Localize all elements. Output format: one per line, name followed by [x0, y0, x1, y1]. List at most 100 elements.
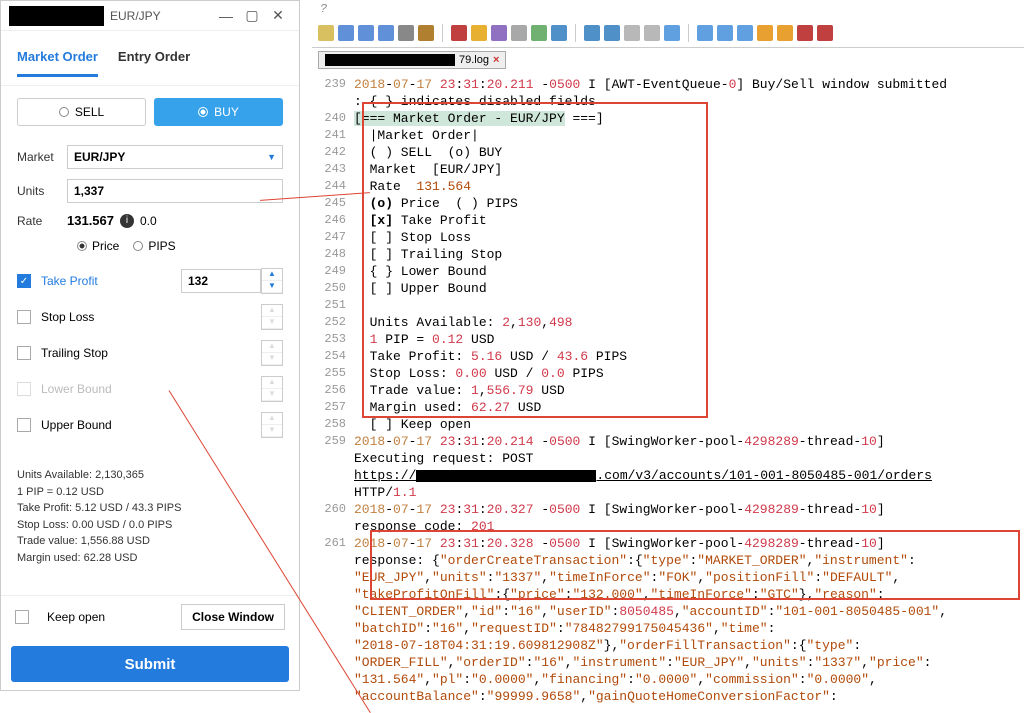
stop-loss-label: Stop Loss: [41, 310, 261, 324]
titlebar: EUR/JPY — ▢ ✕: [1, 1, 299, 31]
radio-price-icon: [77, 241, 87, 251]
lower-bound-label: Lower Bound: [41, 382, 261, 396]
toolbar-icon[interactable]: [604, 25, 620, 41]
toolbar-icon[interactable]: [664, 25, 680, 41]
toolbar-icon[interactable]: [817, 25, 833, 41]
submit-button[interactable]: Submit: [11, 646, 289, 682]
toolbar-icon[interactable]: [737, 25, 753, 41]
checkbox-take-profit[interactable]: ✓: [17, 274, 31, 288]
spinner-down-icon[interactable]: ▼: [262, 425, 282, 437]
upper-bound-spinner[interactable]: ▲ ▼: [261, 412, 283, 438]
file-tab[interactable]: 79.log ×: [318, 51, 506, 69]
spinner-down-icon[interactable]: ▼: [262, 353, 282, 365]
spinner-up-icon: ▲: [262, 377, 282, 389]
toolbar-icon[interactable]: [418, 25, 434, 41]
toolbar-icon[interactable]: [511, 25, 527, 41]
caret-icon: ▼: [267, 152, 276, 162]
checkbox-stop-loss[interactable]: [17, 310, 31, 324]
spinner-down-icon[interactable]: ▼: [262, 317, 282, 329]
editor-hint: ?: [312, 0, 1024, 18]
toolbar-icon[interactable]: [717, 25, 733, 41]
editor-toolbar: [312, 18, 1024, 48]
market-value: EUR/JPY: [74, 150, 125, 164]
tab-entry-order[interactable]: Entry Order: [118, 49, 190, 77]
spinner-up-icon[interactable]: ▲: [262, 413, 282, 425]
sell-label: SELL: [75, 105, 104, 119]
rate-delta: 0.0: [140, 214, 157, 228]
price-label: Price: [92, 239, 119, 253]
units-input[interactable]: [67, 179, 283, 203]
toolbar-icon[interactable]: [358, 25, 374, 41]
rate-value: 131.567: [67, 213, 114, 228]
toolbar-icon[interactable]: [471, 25, 487, 41]
rate-label: Rate: [17, 214, 67, 228]
sell-button[interactable]: SELL: [17, 98, 146, 126]
radio-pips-icon: [133, 241, 143, 251]
checkbox-upper-bound[interactable]: [17, 418, 31, 432]
minimize-button[interactable]: —: [213, 8, 239, 24]
checkbox-lower-bound: [17, 382, 31, 396]
code-editor: ? 79.log × 23: [312, 0, 1024, 691]
order-window: EUR/JPY — ▢ ✕ Market Order Entry Order S…: [0, 0, 300, 691]
toolbar-icon[interactable]: [531, 25, 547, 41]
toolbar-icon[interactable]: [491, 25, 507, 41]
radio-sell-icon: [59, 107, 69, 117]
summary-take-profit: Take Profit: 5.12 USD / 43.3 PIPS: [17, 500, 283, 517]
toolbar-separator: [442, 24, 443, 42]
toolbar-icon[interactable]: [378, 25, 394, 41]
toolbar-icon[interactable]: [398, 25, 414, 41]
toolbar-icon[interactable]: [697, 25, 713, 41]
pips-label: PIPS: [148, 239, 175, 253]
checkbox-trailing-stop[interactable]: [17, 346, 31, 360]
toolbar-icon[interactable]: [584, 25, 600, 41]
stop-loss-spinner[interactable]: ▲ ▼: [261, 304, 283, 330]
order-tabs: Market Order Entry Order: [1, 31, 299, 86]
bottom-row: Keep open Close Window: [1, 595, 299, 638]
summary-units-available: Units Available: 2,130,365: [17, 467, 283, 484]
toolbar-separator: [688, 24, 689, 42]
close-tab-icon[interactable]: ×: [493, 54, 499, 66]
market-label: Market: [17, 150, 67, 164]
keep-open-label: Keep open: [47, 610, 105, 624]
toolbar-icon[interactable]: [451, 25, 467, 41]
buy-label: BUY: [214, 105, 239, 119]
spinner-down-icon[interactable]: ▼: [262, 281, 282, 293]
radio-pips[interactable]: PIPS: [133, 239, 175, 253]
units-label: Units: [17, 184, 67, 198]
spinner-up-icon[interactable]: ▲: [262, 305, 282, 317]
close-window-button[interactable]: Close Window: [181, 604, 285, 630]
toolbar-icon[interactable]: [757, 25, 773, 41]
upper-bound-label: Upper Bound: [41, 418, 261, 432]
form-body: SELL BUY Market EUR/JPY ▼ Units Rate: [1, 86, 299, 455]
market-dropdown[interactable]: EUR/JPY ▼: [67, 145, 283, 169]
summary-margin-used: Margin used: 62.28 USD: [17, 550, 283, 567]
tab-market-order[interactable]: Market Order: [17, 49, 98, 77]
code-area[interactable]: 2392018-07-17 23:31:20.211 -0500 I [AWT-…: [312, 72, 1024, 705]
toolbar-icon[interactable]: [551, 25, 567, 41]
redacted-block: [325, 54, 455, 66]
maximize-button[interactable]: ▢: [239, 7, 265, 24]
take-profit-spinner[interactable]: ▲ ▼: [261, 268, 283, 294]
radio-price[interactable]: Price: [77, 239, 119, 253]
close-button[interactable]: ✕: [265, 7, 291, 24]
toolbar-separator: [575, 24, 576, 42]
checkbox-keep-open[interactable]: [15, 610, 29, 624]
file-tab-suffix: 79.log: [459, 54, 489, 66]
toolbar-icon[interactable]: [318, 25, 334, 41]
spinner-up-icon[interactable]: ▲: [262, 269, 282, 281]
spinner-down-icon: ▼: [262, 389, 282, 401]
spinner-up-icon[interactable]: ▲: [262, 341, 282, 353]
toolbar-icon[interactable]: [777, 25, 793, 41]
radio-buy-icon: [198, 107, 208, 117]
file-tab-row: 79.log ×: [312, 48, 1024, 72]
info-icon[interactable]: i: [120, 214, 134, 228]
toolbar-icon[interactable]: [797, 25, 813, 41]
summary-trade-value: Trade value: 1,556.88 USD: [17, 533, 283, 550]
toolbar-icon[interactable]: [338, 25, 354, 41]
toolbar-icon[interactable]: [644, 25, 660, 41]
trailing-stop-spinner[interactable]: ▲ ▼: [261, 340, 283, 366]
order-summary: Units Available: 2,130,365 1 PIP = 0.12 …: [1, 455, 299, 578]
take-profit-input[interactable]: [181, 269, 261, 293]
buy-button[interactable]: BUY: [154, 98, 283, 126]
toolbar-icon[interactable]: [624, 25, 640, 41]
